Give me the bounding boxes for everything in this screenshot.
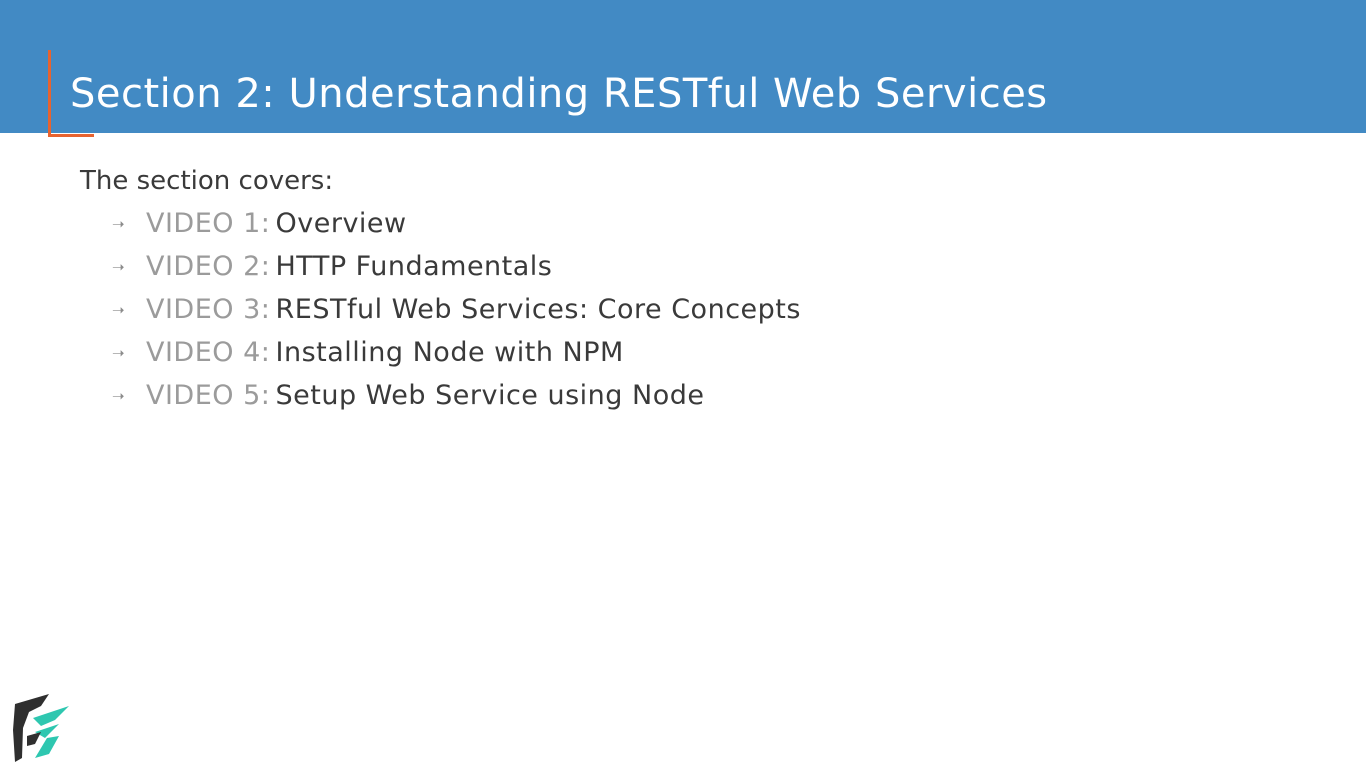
arrow-right-icon: ➝ <box>112 387 125 405</box>
list-item: ➝ VIDEO 5: Setup Web Service using Node <box>112 378 801 421</box>
video-title: HTTP Fundamentals <box>275 251 553 282</box>
title-bar: Section 2: Understanding RESTful Web Ser… <box>0 0 1366 137</box>
arrow-right-icon: ➝ <box>112 344 125 362</box>
arrow-right-icon: ➝ <box>112 301 125 319</box>
slide-title: Section 2: Understanding RESTful Web Ser… <box>70 71 1048 117</box>
brand-logo-svg <box>13 694 69 762</box>
video-title: Installing Node with NPM <box>275 337 624 368</box>
list-item: ➝ VIDEO 4: Installing Node with NPM <box>112 335 801 378</box>
arrow-right-icon: ➝ <box>112 215 125 233</box>
arrow-right-icon: ➝ <box>112 258 125 276</box>
video-number: VIDEO 4: <box>146 337 271 368</box>
video-title: Setup Web Service using Node <box>275 380 705 411</box>
video-list: ➝ VIDEO 1: Overview ➝ VIDEO 2: HTTP Fund… <box>112 206 801 421</box>
list-item: ➝ VIDEO 2: HTTP Fundamentals <box>112 249 801 292</box>
slide: Section 2: Understanding RESTful Web Ser… <box>0 0 1366 768</box>
video-number: VIDEO 2: <box>146 251 271 282</box>
video-title: RESTful Web Services: Core Concepts <box>275 294 801 325</box>
video-number: VIDEO 1: <box>146 208 271 239</box>
video-title: Overview <box>275 208 407 239</box>
brand-logo-icon <box>11 694 71 762</box>
list-item: ➝ VIDEO 1: Overview <box>112 206 801 249</box>
intro-text: The section covers: <box>80 166 334 196</box>
video-number: VIDEO 5: <box>146 380 271 411</box>
video-number: VIDEO 3: <box>146 294 271 325</box>
list-item: ➝ VIDEO 3: RESTful Web Services: Core Co… <box>112 292 801 335</box>
